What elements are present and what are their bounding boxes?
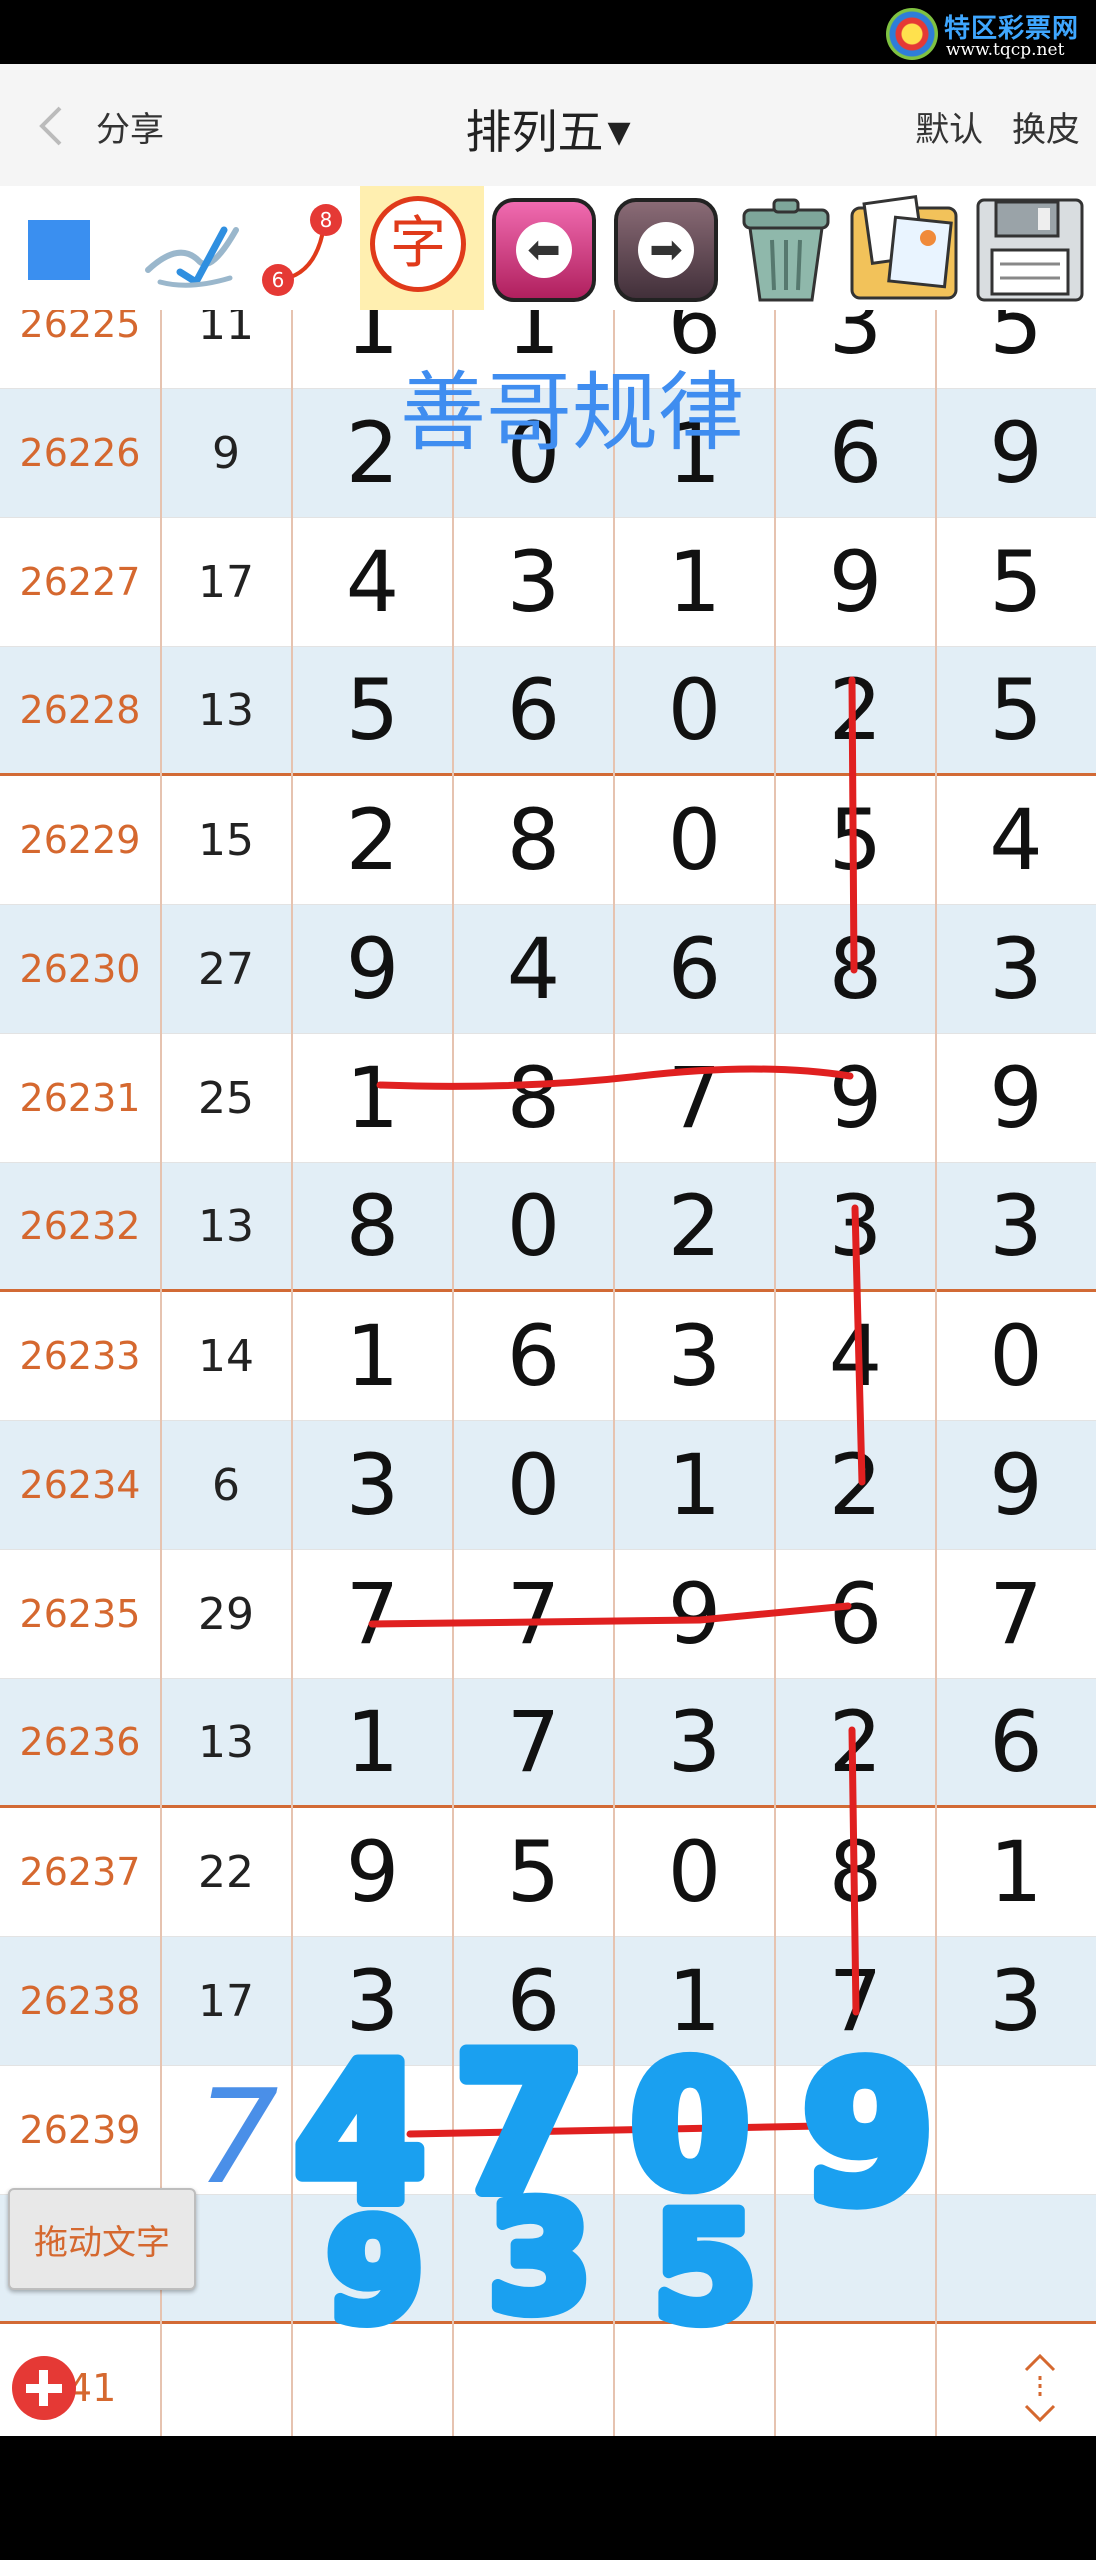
dropdown-caret-icon: ▼: [607, 115, 631, 150]
watermark-url: www.tqcp.net: [946, 40, 1065, 60]
watermark: 特区彩票网 www.tqcp.net: [886, 6, 1086, 62]
handwritten-digit: 9: [802, 2024, 934, 2245]
status-bar: 特区彩票网 www.tqcp.net: [0, 0, 1096, 64]
connect-dots-icon[interactable]: 8 6: [256, 196, 356, 300]
undo-button[interactable]: ⬅: [492, 198, 596, 302]
handwritten-sum: 7: [196, 2061, 279, 2213]
app-header: 分享 排列五 ▼ 默认 换皮: [0, 64, 1096, 187]
arrow-right-icon: ➡: [638, 222, 694, 278]
scroll-updown-icon[interactable]: [1018, 2350, 1062, 2426]
skin-button[interactable]: 换皮: [1012, 110, 1080, 150]
arrow-left-icon: ⬅: [516, 222, 572, 278]
color-square-icon[interactable]: [28, 220, 90, 280]
default-button[interactable]: 默认: [915, 110, 983, 150]
watermark-logo-icon: [886, 8, 938, 60]
page-title-text: 排列五: [465, 105, 604, 159]
save-floppy-icon[interactable]: [972, 194, 1090, 306]
handwritten-digit: 5: [653, 2182, 757, 2356]
red-trend-line: [851, 1204, 866, 1486]
drag-text-button[interactable]: 拖动文字: [8, 2188, 196, 2290]
red-trend-line: [376, 1065, 854, 1090]
handwritten-digit: 9: [326, 2191, 423, 2354]
red-trend-line: [848, 676, 858, 974]
red-trend-line: [848, 1726, 860, 2016]
gallery-icon[interactable]: [846, 194, 964, 306]
bottom-bar: [0, 2436, 1096, 2560]
add-row-icon[interactable]: [12, 2356, 76, 2420]
text-tool-button[interactable]: 字: [360, 186, 484, 310]
red-trend-line: [368, 1602, 852, 1628]
drawing-toolbar: 8 6 字 ⬅ ➡: [0, 186, 1096, 310]
draw-table: 26225 11 1 1 6 3 5 26226 9 2 0 1 6 9 26227 17 4 3 1 9 5 26228…: [0, 310, 1096, 2436]
handwritten-digit: 3: [488, 2172, 592, 2346]
badge-bottom: 6: [272, 268, 285, 292]
trash-icon[interactable]: [730, 192, 842, 306]
text-tool-icon: 字: [370, 196, 466, 292]
pen-tool-icon[interactable]: [140, 200, 250, 300]
badge-top: 8: [320, 208, 333, 232]
redo-button[interactable]: ➡: [614, 198, 718, 302]
header-actions: 默认 换皮: [897, 102, 1080, 151]
annotation-layer: 7 4 7 0 9 9 3 5: [196, 676, 941, 2362]
